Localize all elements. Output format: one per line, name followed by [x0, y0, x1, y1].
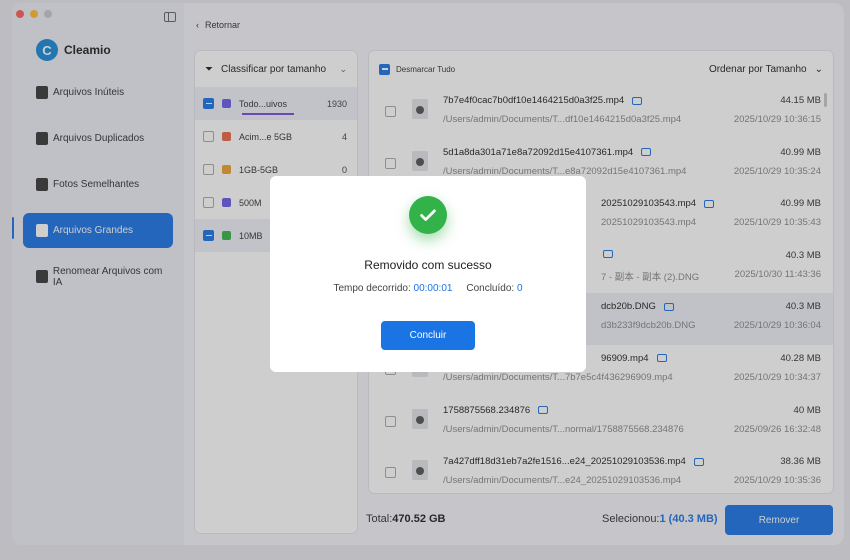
checkmark-icon: [409, 196, 447, 234]
elapsed-label: Tempo decorrido:: [333, 283, 411, 294]
done-value: 0: [516, 283, 523, 294]
dialog-title: Removido com sucesso: [364, 258, 492, 272]
modal-overlay: Removido com sucesso Tempo decorrido: 00…: [0, 0, 850, 560]
done-label: Concluído:: [466, 283, 515, 294]
success-dialog: Removido com sucesso Tempo decorrido: 00…: [270, 176, 586, 372]
finish-button[interactable]: Concluir: [381, 321, 475, 350]
dialog-stats: Tempo decorrido: 00:00:01 Concluído: 0: [270, 283, 586, 294]
elapsed-value: 00:00:01: [413, 283, 453, 294]
